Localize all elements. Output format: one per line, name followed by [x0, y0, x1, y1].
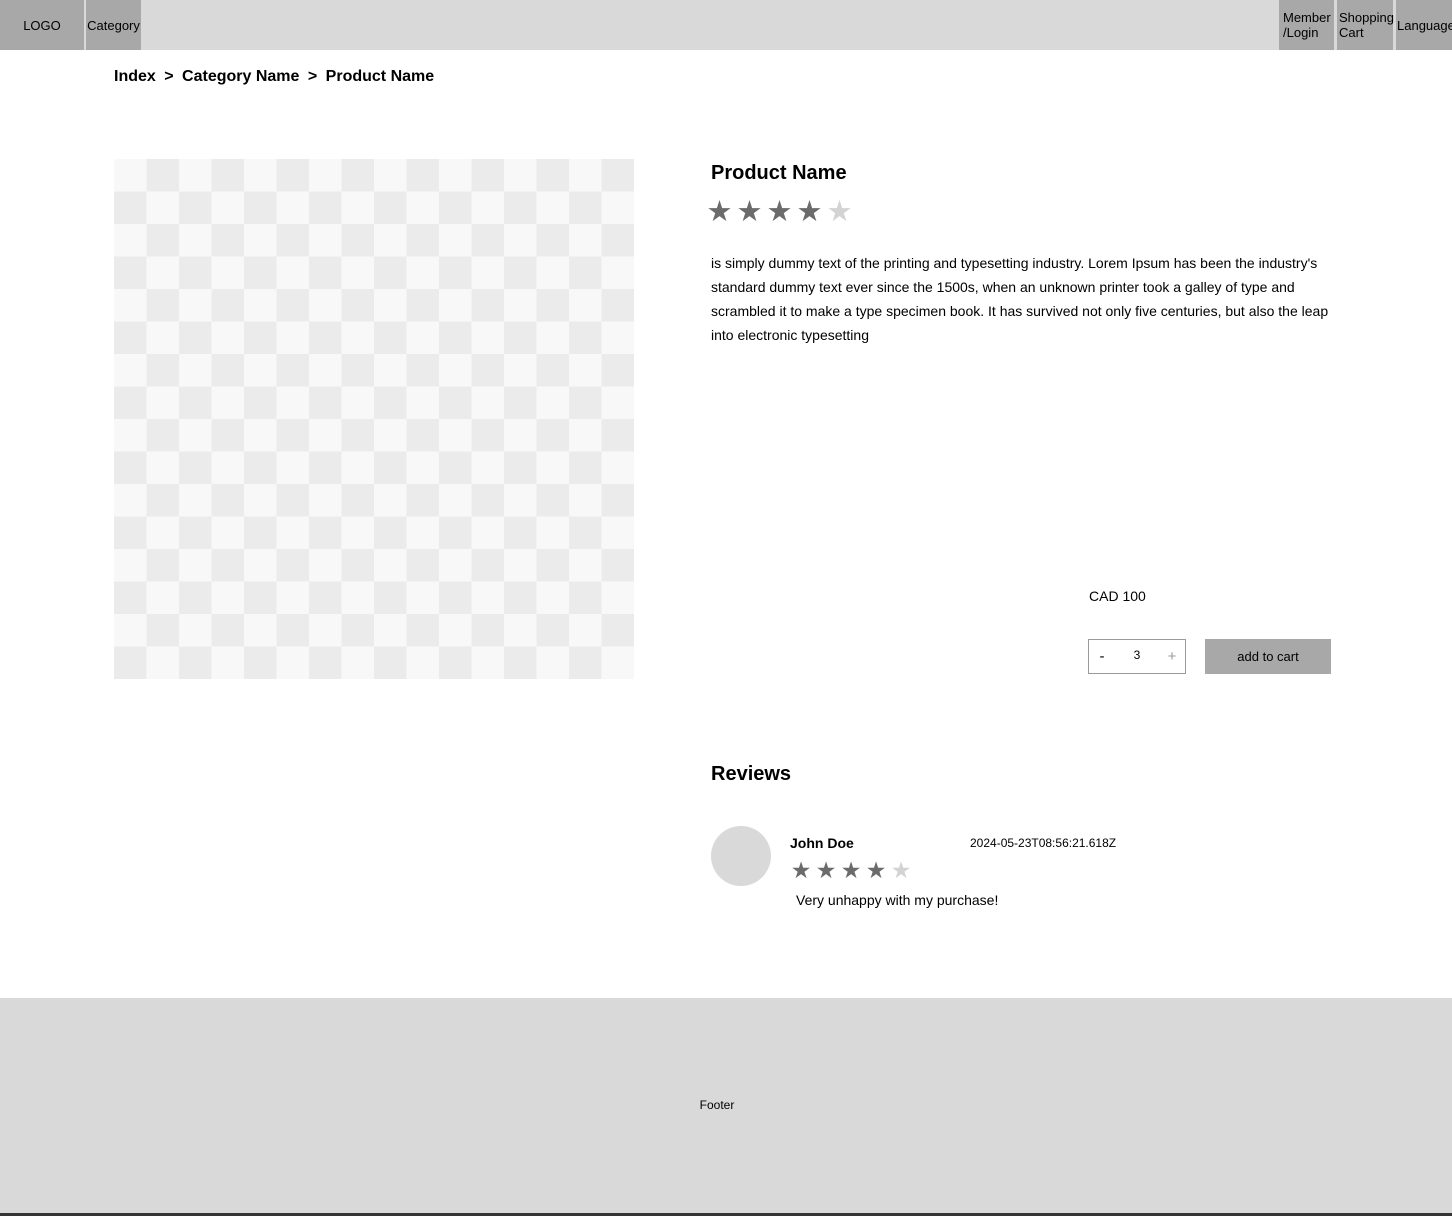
- product-page: LOGO Category Member /Login Shopping Car…: [0, 0, 1452, 1216]
- product-title: Product Name: [711, 162, 847, 184]
- star-filled-icon: ★: [706, 196, 733, 228]
- star-filled-icon: ★: [815, 857, 837, 883]
- product-image-placeholder: [114, 159, 634, 679]
- footer-label: Footer: [699, 1098, 735, 1112]
- breadcrumb-separator: >: [307, 68, 318, 85]
- review-date: 2024-05-23T08:56:21.618Z: [970, 836, 1117, 850]
- language-label: Language: [1397, 17, 1452, 33]
- shopping-cart-button[interactable]: Shopping Cart: [1337, 0, 1394, 50]
- star-filled-icon: ★: [736, 196, 763, 228]
- category-label: Category: [87, 17, 140, 33]
- footer: Footer: [0, 998, 1452, 1213]
- logo-label: LOGO: [23, 17, 61, 33]
- reviewer-avatar: [711, 826, 771, 886]
- category-menu-button[interactable]: Category: [86, 0, 141, 50]
- reviewer-name: John Doe: [790, 835, 854, 851]
- quantity-stepper: - +: [1088, 639, 1186, 674]
- member-login-label: Member /Login: [1283, 10, 1331, 40]
- breadcrumb-index-link[interactable]: Index: [114, 68, 156, 85]
- quantity-increase-button[interactable]: +: [1159, 648, 1185, 665]
- product-price: CAD 100: [1089, 588, 1146, 604]
- review-rating-stars: ★ ★ ★ ★ ★: [790, 856, 912, 884]
- add-to-cart-button[interactable]: add to cart: [1205, 639, 1331, 674]
- breadcrumb: Index > Category Name > Product Name: [114, 67, 434, 87]
- star-filled-icon: ★: [790, 857, 812, 883]
- top-navigation-bar: LOGO Category Member /Login Shopping Car…: [0, 0, 1452, 50]
- star-empty-icon: ★: [826, 196, 853, 228]
- quantity-decrease-button[interactable]: -: [1089, 648, 1115, 665]
- breadcrumb-separator: >: [164, 68, 174, 85]
- breadcrumb-category-link[interactable]: Category Name: [182, 68, 299, 85]
- logo-button[interactable]: LOGO: [0, 0, 84, 50]
- reviews-heading: Reviews: [711, 763, 792, 785]
- star-filled-icon: ★: [796, 196, 823, 228]
- language-button[interactable]: Language: [1396, 0, 1452, 50]
- review-text: Very unhappy with my purchase!: [796, 892, 999, 908]
- star-empty-icon: ★: [890, 857, 912, 883]
- star-filled-icon: ★: [865, 857, 887, 883]
- star-filled-icon: ★: [766, 196, 793, 228]
- shopping-cart-label: Shopping Cart: [1339, 10, 1394, 40]
- member-login-button[interactable]: Member /Login: [1279, 0, 1334, 50]
- product-rating-stars: ★ ★ ★ ★ ★: [706, 196, 853, 228]
- product-description: is simply dummy text of the printing and…: [711, 255, 1329, 343]
- breadcrumb-current-product: Product Name: [325, 68, 435, 85]
- quantity-input[interactable]: [1117, 647, 1157, 662]
- star-filled-icon: ★: [840, 857, 862, 883]
